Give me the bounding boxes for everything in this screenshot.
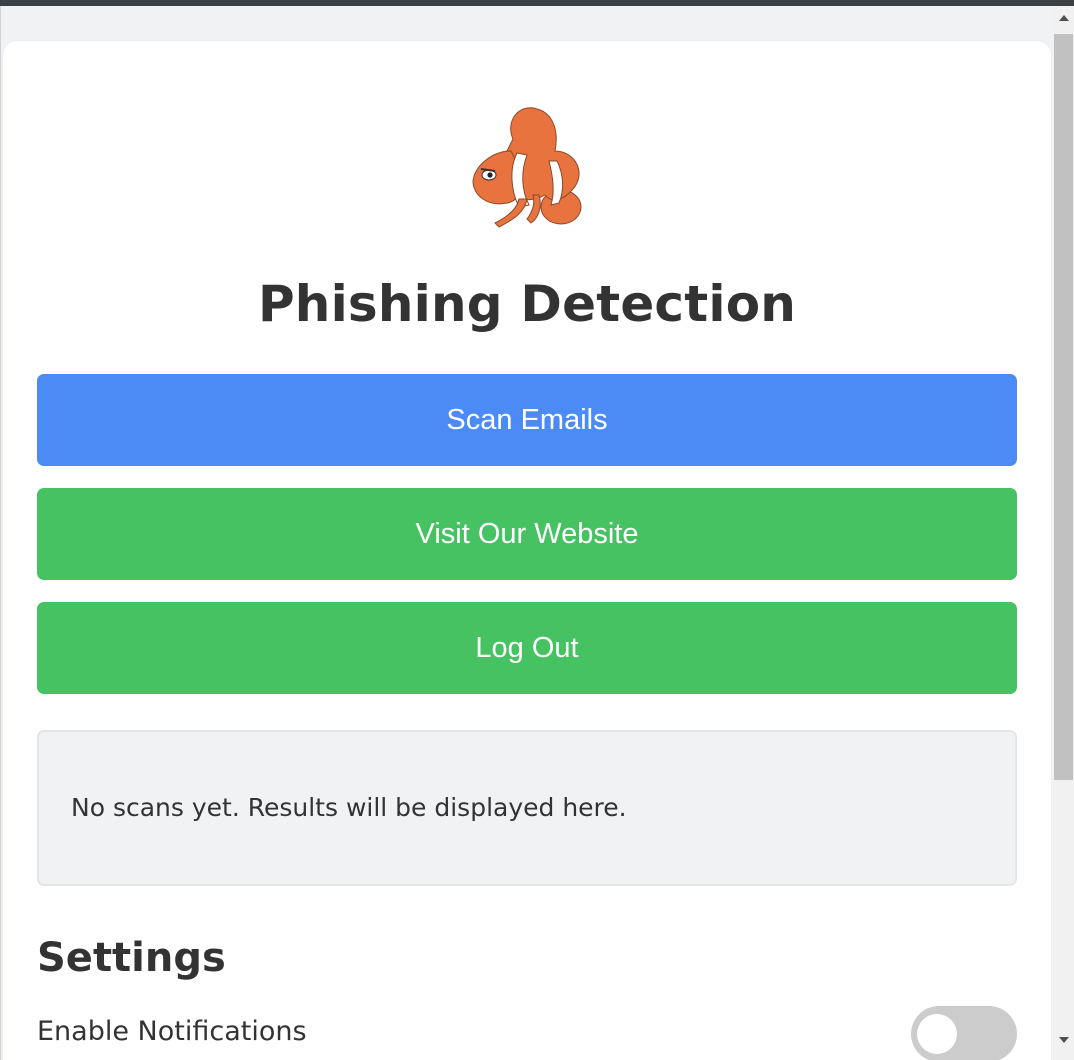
scroll-down-arrow-icon[interactable] [1053,1030,1074,1050]
settings-heading: Settings [37,935,226,981]
scan-results-panel: No scans yet. Results will be displayed … [37,730,1017,886]
enable-notifications-toggle[interactable] [911,1006,1017,1060]
scroll-up-arrow-icon[interactable] [1053,8,1074,28]
visit-website-button[interactable]: Visit Our Website [37,488,1017,580]
log-out-button[interactable]: Log Out [37,602,1017,694]
vertical-scrollbar[interactable] [1053,6,1074,1060]
page-title: Phishing Detection [257,275,797,333]
toggle-knob [917,1014,957,1054]
enable-notifications-label: Enable Notifications [37,1016,307,1047]
popup-card: Phishing Detection Scan Emails Visit Our… [3,41,1051,1060]
scrollbar-thumb[interactable] [1054,34,1073,780]
page-viewport: Phishing Detection Scan Emails Visit Our… [0,6,1053,1060]
scan-results-message: No scans yet. Results will be displayed … [71,793,627,822]
clownfish-logo-icon [472,107,582,228]
scan-emails-button[interactable]: Scan Emails [37,374,1017,466]
